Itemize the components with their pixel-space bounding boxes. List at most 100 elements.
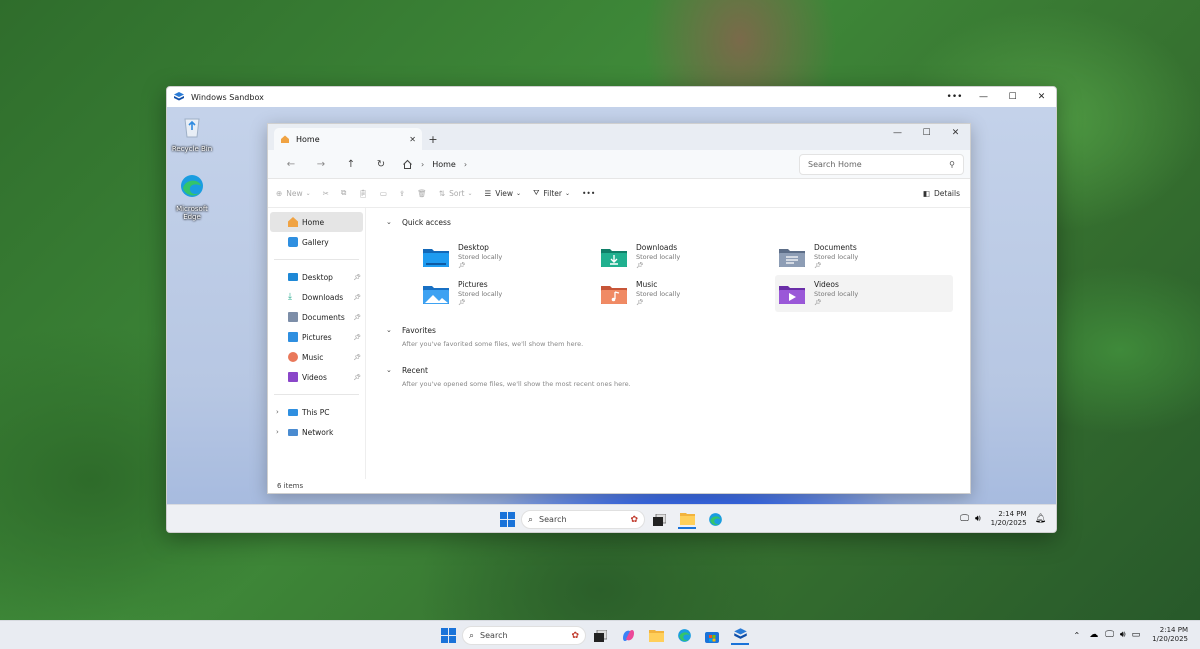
item-name: Desktop bbox=[458, 243, 489, 252]
nav-item-documents[interactable]: Documents 📌︎ bbox=[268, 307, 365, 327]
view-button[interactable]: ☰ View ⌄ bbox=[485, 189, 522, 198]
host-date: 1/20/2025 bbox=[1152, 635, 1188, 643]
chevron-down-icon: ⌄ bbox=[386, 366, 392, 374]
quick-access-item-downloads[interactable]: Downloads Stored locally 📌︎ bbox=[597, 238, 775, 275]
videos-folder-icon bbox=[779, 285, 805, 304]
notification-bell-icon[interactable]: 🔔︎ bbox=[1035, 514, 1046, 524]
item-location: Stored locally bbox=[458, 253, 503, 261]
tab-close-button[interactable]: ✕ bbox=[409, 135, 416, 144]
nav-item-downloads[interactable]: ⤓ Downloads 📌︎ bbox=[268, 287, 365, 307]
volume-icon[interactable]: 🔊︎ bbox=[975, 514, 981, 524]
breadcrumb-separator[interactable]: › bbox=[421, 160, 424, 169]
filter-button[interactable]: ⛛ Filter ⌄ bbox=[533, 188, 570, 198]
task-view-button[interactable] bbox=[591, 627, 609, 645]
taskbar-search-box[interactable]: ⌕ Search ✿ bbox=[521, 510, 645, 529]
nav-item-music[interactable]: Music 📌︎ bbox=[268, 347, 365, 367]
taskbar-file-explorer[interactable] bbox=[678, 511, 696, 529]
sandbox-app-icon bbox=[174, 92, 184, 101]
sandbox-minimize-button[interactable]: — bbox=[969, 87, 998, 107]
network-icon[interactable]: 🖵︎ bbox=[1105, 630, 1114, 640]
sandbox-clock[interactable]: 2:14 PM 1/20/2025 bbox=[991, 510, 1027, 528]
taskbar-search-placeholder: Search bbox=[539, 515, 567, 524]
details-button[interactable]: ◧ Details bbox=[923, 189, 960, 198]
recent-header[interactable]: ⌄ Recent bbox=[386, 362, 970, 378]
address-bar[interactable]: › Home › bbox=[402, 159, 787, 170]
sort-button[interactable]: ⇅ Sort ⌄ bbox=[439, 189, 473, 198]
item-name: Music bbox=[636, 280, 658, 289]
home-icon bbox=[288, 217, 298, 227]
sort-label: Sort bbox=[449, 188, 465, 198]
quick-access-item-pictures[interactable]: Pictures Stored locally 📌︎ bbox=[419, 275, 597, 312]
network-icon bbox=[288, 428, 298, 436]
tab-home[interactable]: Home ✕ bbox=[274, 128, 422, 150]
taskbar-search-box[interactable]: ⌕ Search ✿ bbox=[462, 626, 586, 645]
nav-item-network[interactable]: › Network bbox=[268, 422, 365, 442]
host-taskbar: ⌕ Search ✿ ⌃ ☁︎ 🖵︎ 🔊︎ ▭ 2:14 PM 1/20/202… bbox=[0, 620, 1200, 649]
chevron-right-icon[interactable]: › bbox=[276, 408, 279, 416]
breadcrumb-separator[interactable]: › bbox=[464, 160, 467, 169]
cut-button[interactable]: ✂ bbox=[323, 189, 329, 198]
taskbar-search-placeholder: Search bbox=[480, 631, 508, 640]
quick-access-item-desktop[interactable]: Desktop Stored locally 📌︎ bbox=[419, 238, 597, 275]
taskbar-windows-sandbox[interactable] bbox=[731, 627, 749, 645]
paste-button[interactable]: 📋︎ bbox=[358, 189, 368, 198]
taskbar-edge[interactable] bbox=[706, 511, 724, 529]
host-clock[interactable]: 2:14 PM 1/20/2025 bbox=[1152, 626, 1188, 644]
sandbox-maximize-button[interactable]: ☐ bbox=[998, 87, 1027, 107]
favorites-header[interactable]: ⌄ Favorites bbox=[386, 322, 970, 338]
battery-icon[interactable]: ▭ bbox=[1132, 630, 1141, 640]
filter-icon: ⛛ bbox=[533, 188, 540, 197]
back-arrow-icon[interactable]: ← bbox=[276, 159, 306, 170]
chevron-down-icon: ⌄ bbox=[467, 189, 473, 197]
network-icon[interactable]: 🖵︎ bbox=[960, 514, 969, 524]
search-input[interactable]: Search Home ⚲ bbox=[799, 153, 964, 175]
sandbox-more-button[interactable]: ••• bbox=[940, 87, 969, 107]
explorer-close-button[interactable]: ✕ bbox=[941, 124, 970, 142]
sandbox-titlebar[interactable]: Windows Sandbox ••• — ☐ ✕ bbox=[167, 87, 1056, 107]
rename-button[interactable]: ▭ bbox=[380, 189, 387, 198]
nav-item-label: This PC bbox=[302, 407, 330, 417]
nav-item-videos[interactable]: Videos 📌︎ bbox=[268, 367, 365, 387]
desktop-icon-edge[interactable]: Microsoft Edge bbox=[168, 173, 216, 221]
nav-item-home[interactable]: Home bbox=[270, 212, 363, 232]
taskbar-file-explorer[interactable] bbox=[647, 627, 665, 645]
taskbar-store[interactable] bbox=[703, 627, 721, 645]
start-button[interactable] bbox=[498, 511, 516, 529]
documents-folder-icon bbox=[779, 248, 805, 267]
new-button[interactable]: ⊕ New ⌄ bbox=[276, 189, 311, 198]
taskbar-edge[interactable] bbox=[675, 627, 693, 645]
refresh-icon[interactable]: ↻ bbox=[366, 159, 396, 170]
up-arrow-icon[interactable]: ↑ bbox=[336, 159, 366, 170]
nav-item-gallery[interactable]: Gallery bbox=[268, 232, 365, 252]
nav-item-this-pc[interactable]: › This PC bbox=[268, 402, 365, 422]
sandbox-close-button[interactable]: ✕ bbox=[1027, 87, 1056, 107]
item-location: Stored locally bbox=[636, 290, 681, 298]
quick-access-item-videos[interactable]: Videos Stored locally 📌︎ bbox=[775, 275, 953, 312]
share-button[interactable]: ⇪ bbox=[399, 189, 405, 198]
quick-access-header[interactable]: ⌄ Quick access bbox=[386, 214, 970, 230]
onedrive-icon[interactable]: ☁︎ bbox=[1089, 630, 1098, 640]
desktop-icon-recycle-bin[interactable]: Recycle Bin bbox=[168, 113, 216, 153]
downloads-folder-icon bbox=[601, 248, 627, 267]
explorer-maximize-button[interactable]: ☐ bbox=[912, 124, 941, 142]
new-tab-button[interactable]: + bbox=[422, 128, 444, 150]
explorer-minimize-button[interactable]: — bbox=[883, 124, 912, 142]
chevron-down-icon: ⌄ bbox=[516, 189, 522, 197]
nav-item-pictures[interactable]: Pictures 📌︎ bbox=[268, 327, 365, 347]
videos-icon bbox=[288, 372, 298, 382]
start-button[interactable] bbox=[439, 627, 457, 645]
volume-icon[interactable]: 🔊︎ bbox=[1120, 630, 1126, 640]
breadcrumb-home[interactable]: Home bbox=[432, 160, 456, 169]
task-view-button[interactable] bbox=[650, 511, 668, 529]
windows-logo-icon bbox=[499, 512, 515, 527]
chevron-right-icon[interactable]: › bbox=[276, 428, 279, 436]
forward-arrow-icon[interactable]: → bbox=[306, 159, 336, 170]
quick-access-item-documents[interactable]: Documents Stored locally 📌︎ bbox=[775, 238, 953, 275]
more-options-button[interactable]: ••• bbox=[582, 189, 595, 198]
delete-button[interactable]: 🗑︎ bbox=[417, 189, 427, 198]
taskbar-copilot[interactable] bbox=[619, 627, 637, 645]
quick-access-item-music[interactable]: Music Stored locally 📌︎ bbox=[597, 275, 775, 312]
chevron-up-icon[interactable]: ⌃ bbox=[1074, 631, 1081, 640]
copy-button[interactable]: ⧉ bbox=[341, 188, 346, 198]
nav-item-desktop[interactable]: Desktop 📌︎ bbox=[268, 267, 365, 287]
